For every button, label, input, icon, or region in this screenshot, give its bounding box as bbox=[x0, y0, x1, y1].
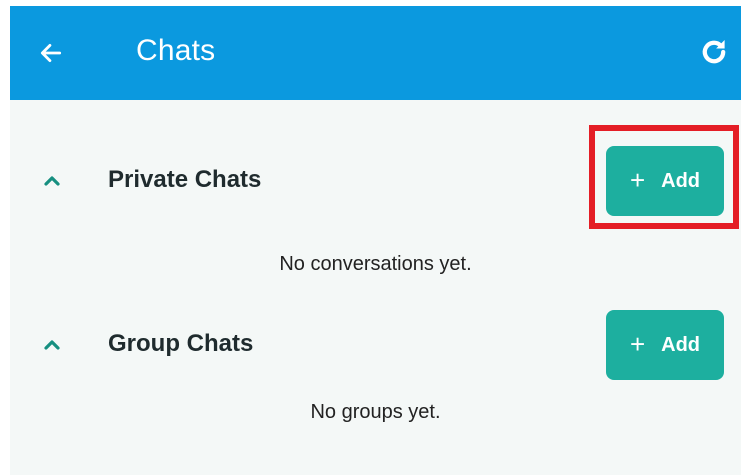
page-title: Chats bbox=[136, 34, 216, 67]
add-private-chat-button[interactable]: + Add bbox=[606, 146, 724, 216]
group-chats-header: Group Chats + Add bbox=[10, 310, 741, 380]
plus-icon: + bbox=[629, 164, 646, 195]
chevron-up-icon[interactable] bbox=[40, 333, 64, 357]
plus-icon: + bbox=[629, 328, 646, 359]
arrow-left-icon[interactable] bbox=[38, 40, 64, 66]
add-button-label: Add bbox=[661, 169, 701, 192]
chevron-up-icon[interactable] bbox=[40, 169, 64, 193]
private-chats-title: Private Chats bbox=[108, 166, 262, 193]
private-chats-header: Private Chats + Add bbox=[10, 146, 741, 216]
group-chats-title: Group Chats bbox=[108, 330, 254, 357]
add-button-label: Add bbox=[661, 333, 701, 356]
add-group-chat-button[interactable]: + Add bbox=[606, 310, 724, 380]
refresh-icon[interactable] bbox=[697, 35, 731, 69]
app-bar: Chats bbox=[10, 6, 741, 100]
screen: Chats Private Chats + Add No conversatio… bbox=[0, 0, 741, 475]
chat-app: Chats Private Chats + Add No conversatio… bbox=[10, 6, 741, 475]
private-chats-empty-text: No conversations yet. bbox=[279, 253, 472, 275]
group-chats-empty-text: No groups yet. bbox=[310, 401, 441, 423]
